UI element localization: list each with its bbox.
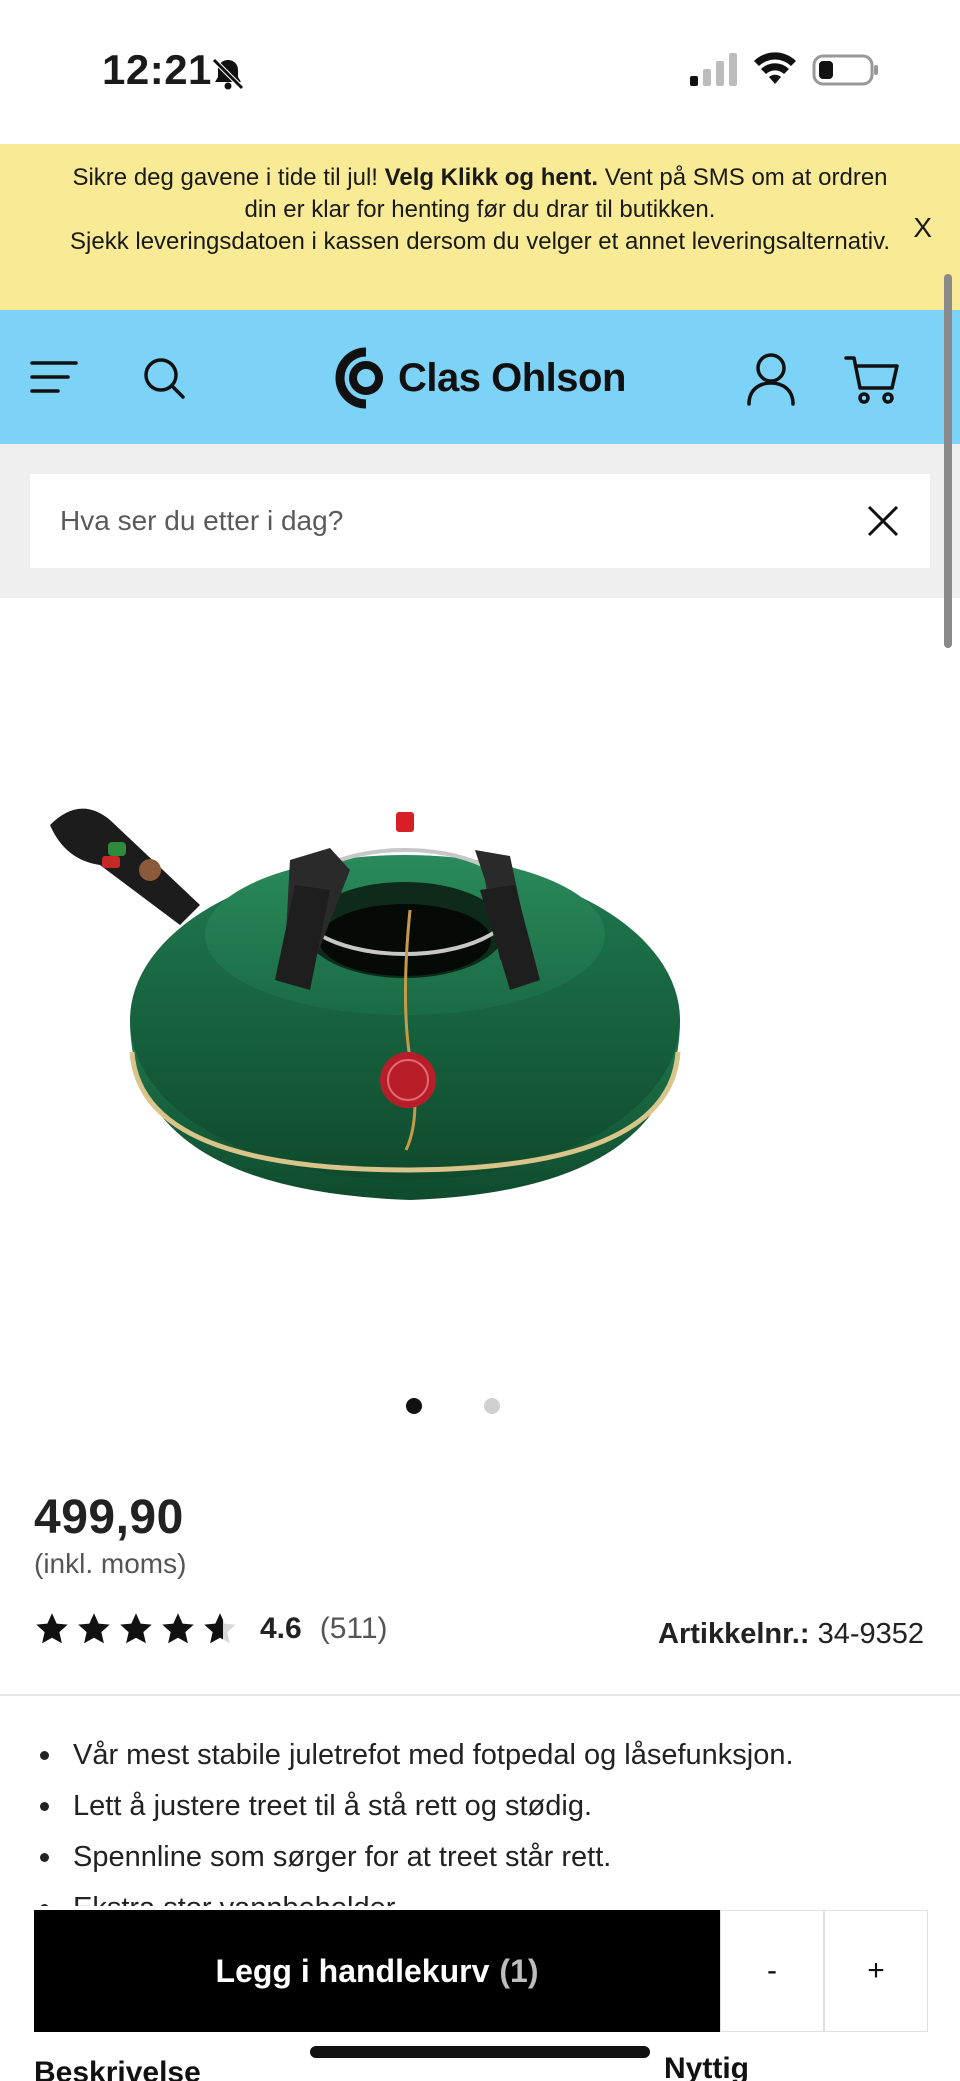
search-box	[30, 474, 930, 568]
product-rating[interactable]: 4.6 (511)	[34, 1604, 388, 1654]
add-to-cart-label: Legg i handlekurv	[215, 1952, 490, 1989]
add-to-cart-button[interactable]: Legg i handlekurv (1)	[34, 1910, 720, 2032]
cellular-signal-icon	[690, 53, 737, 86]
bell-off-icon	[212, 58, 244, 90]
search-input[interactable]	[60, 474, 840, 568]
site-header: Clas Ohlson	[0, 310, 960, 444]
star-icon	[120, 1613, 152, 1644]
brand-logo[interactable]: Clas Ohlson	[334, 346, 634, 410]
list-item: Ekstra stor vannbeholder	[36, 1883, 936, 1906]
rating-value: 4.6	[260, 1612, 302, 1645]
menu-icon[interactable]	[30, 358, 78, 396]
article-number: Artikkelnr.: 34-9352	[658, 1618, 924, 1651]
announcement-highlight: Velg Klikk og hent.	[384, 164, 599, 191]
home-indicator[interactable]	[310, 2046, 650, 2058]
user-icon[interactable]	[746, 352, 796, 406]
star-icon	[162, 1613, 194, 1644]
status-time: 12:21	[102, 46, 212, 93]
search-icon[interactable]	[142, 356, 186, 400]
announcement-banner: Sikre deg gavene i tide til jul! Velg Kl…	[0, 144, 960, 310]
carousel-dot-1[interactable]	[406, 1398, 422, 1414]
description-heading[interactable]: Beskrivelse	[34, 2056, 201, 2081]
rating-count[interactable]: (511)	[320, 1612, 388, 1646]
vat-note: (inkl. moms)	[34, 1548, 187, 1579]
announcement-close-button[interactable]: X	[913, 212, 932, 244]
cart-quantity: (1)	[499, 1952, 539, 1989]
brand-logo-mark-icon	[335, 347, 383, 409]
product-image[interactable]	[40, 790, 700, 1220]
list-item: Vår mest stabile juletrefot med fotpedal…	[36, 1730, 936, 1781]
cart-icon[interactable]	[844, 354, 900, 406]
carousel-dot-2[interactable]	[484, 1398, 500, 1414]
battery-icon	[812, 54, 878, 86]
announcement-line2: Sjekk leveringsdatoen i kassen dersom du…	[70, 228, 891, 255]
divider	[0, 1694, 960, 1696]
page-scrollbar[interactable]	[944, 274, 952, 648]
brand-name: Clas Ohlson	[398, 355, 626, 400]
announcement-line1-pre: Sikre deg gavene i tide til jul!	[72, 164, 385, 191]
status-bar: 12:21	[0, 0, 960, 144]
article-number-value: 34-9352	[817, 1618, 924, 1650]
product-price: 499,90	[34, 1491, 184, 1544]
close-icon[interactable]	[866, 504, 900, 538]
list-item: Lett å justere treet til å stå rett og s…	[36, 1781, 936, 1832]
useful-heading[interactable]: Nyttig	[664, 2052, 749, 2081]
quantity-increase-button[interactable]: +	[824, 1910, 928, 2032]
list-item: Spennline som sørger for at treet står r…	[36, 1832, 936, 1883]
announcement-text: Sikre deg gavene i tide til jul! Velg Kl…	[70, 162, 890, 258]
search-area	[0, 444, 960, 598]
article-number-label: Artikkelnr.:	[658, 1618, 810, 1650]
product-highlights: Vår mest stabile juletrefot med fotpedal…	[36, 1730, 936, 1906]
star-half-icon	[204, 1613, 236, 1644]
star-icon	[36, 1613, 68, 1644]
wifi-icon	[754, 52, 796, 84]
star-icon	[78, 1613, 110, 1644]
quantity-decrease-button[interactable]: -	[720, 1910, 824, 2032]
add-to-cart-bar: Legg i handlekurv (1) - +	[0, 1906, 960, 2036]
